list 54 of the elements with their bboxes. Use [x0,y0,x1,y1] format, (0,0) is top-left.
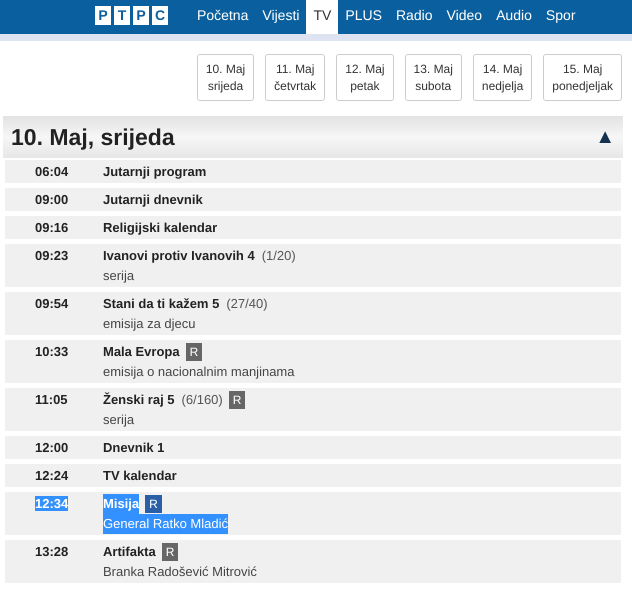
day-title: 10. Maj, srijeda [11,122,175,152]
nav-tab[interactable]: Video [440,0,490,34]
program-title: Artifakta [103,542,156,560]
nav-tab[interactable]: PLUS [338,0,389,34]
program-title: Jutarnji program [103,162,206,181]
logo-letter[interactable]: P [133,6,149,25]
program-subtitle: General Ratko Mladić [103,514,228,534]
time: 11:05 [35,392,68,406]
time: 09:54 [35,296,68,310]
nav-tab[interactable]: Spor [538,0,582,34]
collapse-icon[interactable]: ▲ [595,127,615,147]
logo-letter[interactable]: C [152,6,168,25]
logo-letter[interactable]: T [114,6,130,25]
rerun-badge: R [162,542,178,560]
day-button[interactable]: 10. Maj srijeda [196,54,254,101]
program-subtitle: emisija za djecu [103,314,196,333]
episode-number: (1/20) [262,246,296,265]
program-subtitle: emisija o nacionalnim manjinama [103,362,294,381]
day-button[interactable]: 13. Maj subota [404,54,462,101]
nav-tab[interactable]: Početna [190,0,256,34]
nav-tab[interactable]: TV [306,0,338,34]
nav-tab[interactable]: Vijesti [255,0,306,34]
program-title: Ženski raj 5 [103,390,175,409]
program-subtitle: serija [103,266,134,285]
time: 12:24 [35,468,68,482]
program-title: Dnevnik 1 [103,438,164,456]
time: 09:23 [35,248,68,262]
time: 06:04 [35,164,68,178]
day-header[interactable]: 10. Maj, srijeda ▲ [3,116,623,158]
day-button[interactable]: 12. Maj petak [336,54,394,101]
nav-tab[interactable]: Radio [388,0,440,34]
program-title: Stani da ti kažem 5 [103,294,220,312]
episode-number: (27/40) [226,294,268,313]
program-title: Ivanovi protiv Ivanovih 4 [103,246,255,265]
time: 09:00 [35,192,68,206]
logo-letter[interactable]: P [95,6,111,25]
time: 09:16 [35,220,68,234]
time: 10:33 [35,344,68,358]
rerun-badge: R [228,390,246,408]
program-title: Religijski kalendar [103,218,218,237]
episode-number: (6/160) [182,390,223,409]
program-subtitle: Branka Radošević Mitrović [103,562,257,580]
day-button[interactable]: 14. Maj nedjelja [472,54,532,101]
rerun-badge: R [145,494,162,512]
program-title: Jutarnji dnevnik [103,190,203,209]
program-title: TV kalendar [103,466,177,484]
day-button[interactable]: 11. Maj četvrtak [265,54,326,101]
program-title: Mala Evropa [103,342,180,361]
time: 13:28 [35,544,68,558]
time: 12:00 [35,440,68,454]
nav-tab[interactable]: Audio [489,0,539,34]
program-subtitle: serija [103,410,134,429]
rerun-badge: R [186,342,202,360]
day-button[interactable]: 15. Maj ponedjeljak [543,54,622,101]
